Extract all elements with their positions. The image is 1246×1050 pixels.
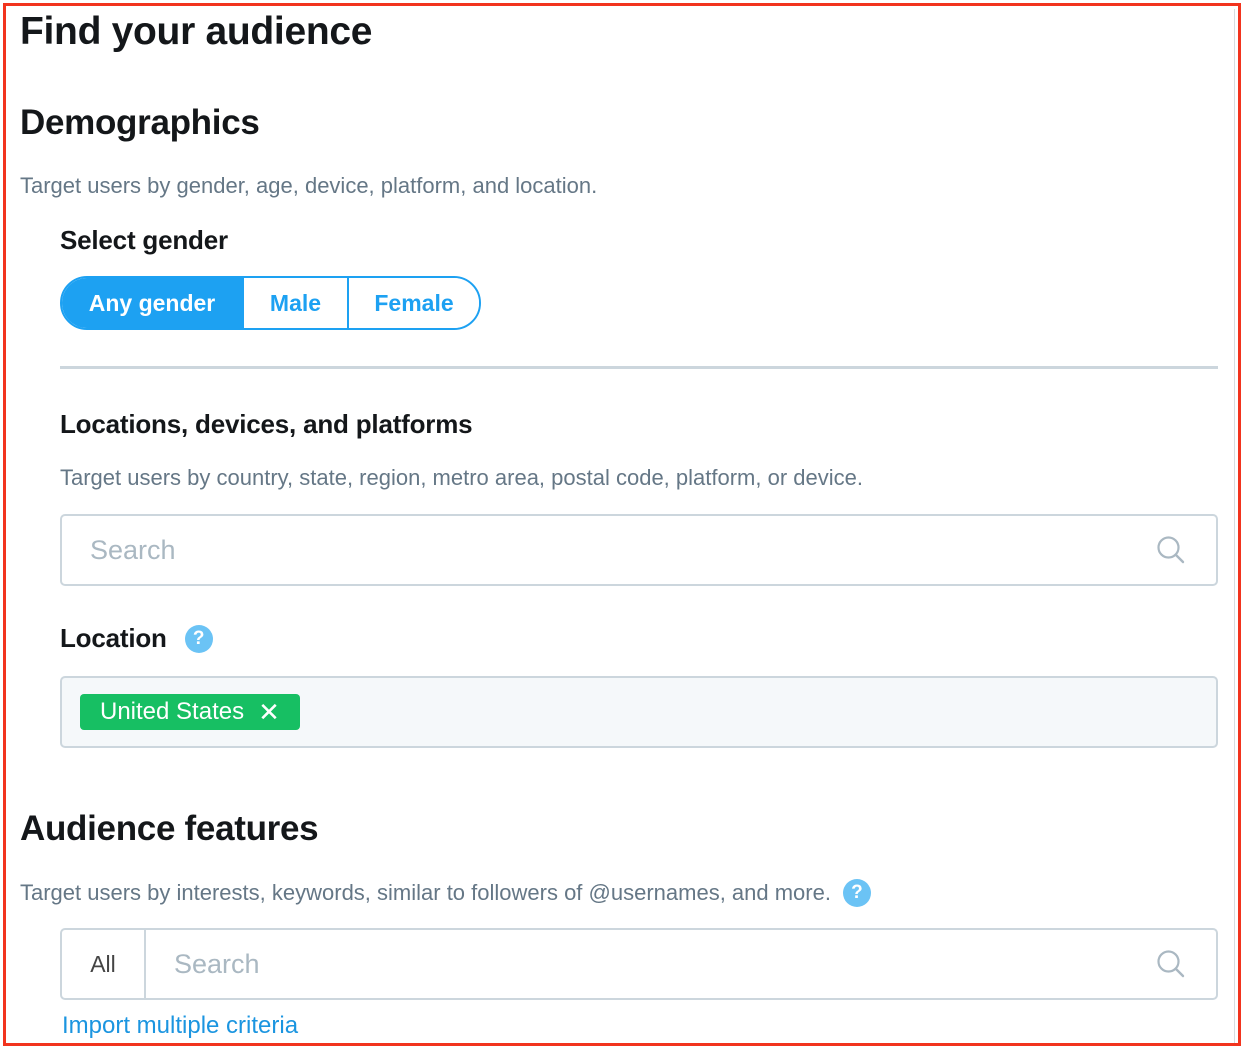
select-gender-label: Select gender	[60, 225, 228, 255]
locations-description: Target users by country, state, region, …	[60, 465, 863, 490]
demographics-heading: Demographics	[20, 103, 260, 142]
demographics-description: Target users by gender, age, device, pla…	[20, 173, 598, 198]
section-divider	[60, 366, 1218, 369]
search-icon[interactable]	[1156, 949, 1186, 979]
import-criteria-link[interactable]: Import multiple criteria	[62, 1012, 298, 1040]
gender-selector: Any gender Male Female	[60, 276, 481, 330]
locations-heading: Locations, devices, and platforms	[60, 409, 473, 439]
location-chip-label: United States	[100, 698, 245, 725]
location-search-box	[60, 514, 1218, 586]
search-icon[interactable]	[1156, 535, 1186, 565]
audience-features-description: Target users by interests, keywords, sim…	[20, 880, 831, 905]
audience-search-input[interactable]	[146, 930, 1156, 998]
location-label-row: Location ?	[60, 623, 213, 654]
gender-any-button[interactable]: Any gender	[62, 278, 242, 328]
gender-female-button[interactable]: Female	[347, 278, 479, 328]
location-search-input[interactable]	[62, 516, 1156, 584]
close-icon[interactable]: ✕	[258, 699, 280, 725]
audience-search-box: All	[60, 928, 1218, 1000]
audience-features-heading: Audience features	[20, 809, 319, 848]
question-mark-icon[interactable]: ?	[842, 879, 871, 907]
selected-locations-box: United States ✕	[60, 676, 1218, 748]
location-chip: United States ✕	[80, 694, 300, 730]
gender-male-button[interactable]: Male	[242, 278, 347, 328]
location-label: Location	[60, 623, 167, 653]
page-title: Find your audience	[20, 10, 373, 53]
audience-features-description-row: Target users by interests, keywords, sim…	[20, 879, 871, 907]
question-mark-icon[interactable]: ?	[184, 624, 213, 653]
filter-all-dropdown[interactable]: All	[62, 930, 146, 998]
